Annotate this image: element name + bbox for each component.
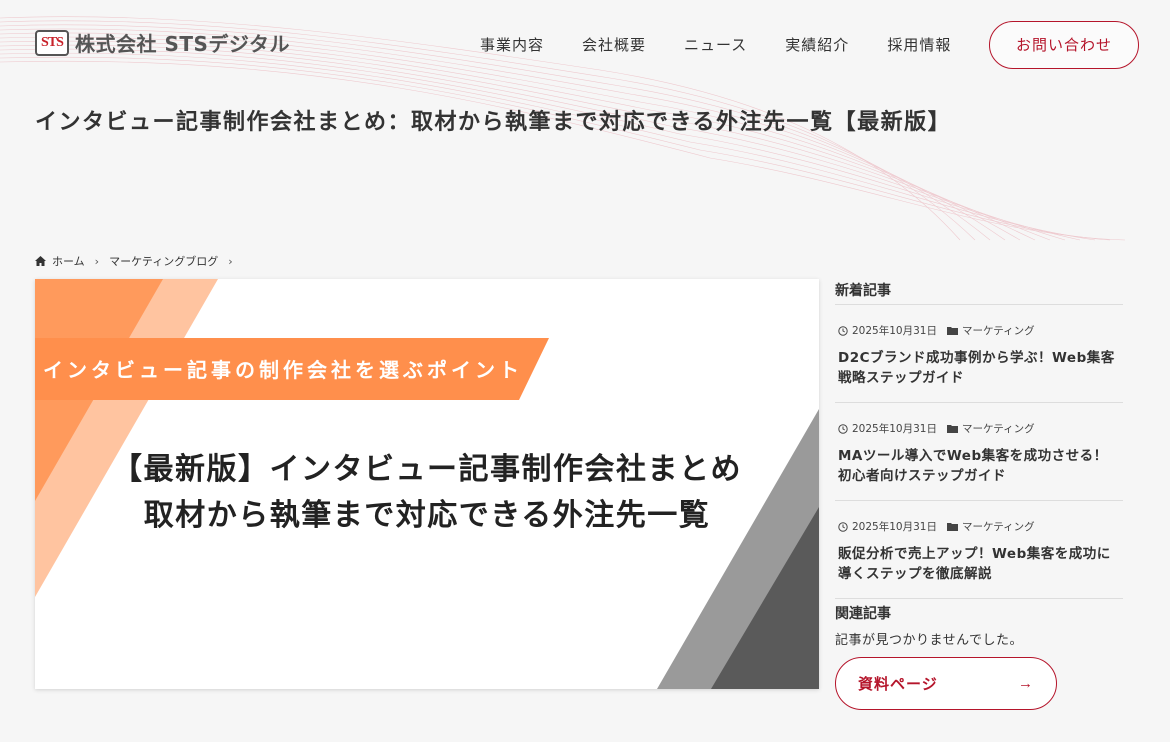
documents-page-button[interactable]: 資料ページ →: [835, 657, 1057, 710]
documents-page-label: 資料ページ: [858, 676, 938, 693]
sts-logo-mark: STS: [35, 29, 69, 56]
article-date: 2025年10月31日: [852, 325, 937, 337]
article-meta: 2025年10月31日 マーケティング: [838, 421, 1120, 436]
folder-icon: [946, 425, 958, 433]
nav-news[interactable]: ニュース: [684, 34, 747, 55]
sidebar: 新着記事 2025年10月31日 マーケティング D2Cブランド成功事例から学ぶ…: [835, 280, 1123, 710]
article-title[interactable]: D2Cブランド成功事例から学ぶ！Web集客戦略ステップガイド: [838, 348, 1120, 388]
nav-works[interactable]: 実績紹介: [785, 34, 849, 55]
breadcrumb-home[interactable]: ホーム: [52, 253, 85, 269]
hero-heading: 【最新版】インタビュー記事制作会社まとめ 取材から執筆まで対応できる外注先一覧: [35, 447, 819, 539]
clock-icon: [838, 423, 848, 434]
breadcrumb-category[interactable]: マーケティングブログ: [109, 253, 218, 269]
hero-heading-line-2: 取材から執筆まで対応できる外注先一覧: [143, 498, 711, 533]
latest-articles-heading: 新着記事: [835, 280, 1123, 305]
hero-heading-line-1: 【最新版】インタビュー記事制作会社まとめ: [112, 452, 742, 487]
clock-icon: [838, 325, 848, 336]
nav-company[interactable]: 会社概要: [582, 34, 646, 55]
home-icon: [35, 256, 46, 266]
article-title[interactable]: MAツール導入でWeb集客を成功させる！初心者向けステップガイド: [838, 446, 1120, 486]
related-articles-heading: 関連記事: [835, 606, 891, 622]
page-title: インタビュー記事制作会社まとめ：取材から執筆まで対応できる外注先一覧【最新版】: [35, 110, 952, 135]
company-name: 株式会社 STSデジタル: [75, 32, 291, 56]
list-item[interactable]: 2025年10月31日 マーケティング D2Cブランド成功事例から学ぶ！Web集…: [835, 305, 1123, 403]
folder-icon: [946, 523, 958, 531]
contact-button[interactable]: お問い合わせ: [989, 21, 1139, 69]
related-empty-message: 記事が見つかりませんでした。: [835, 633, 1023, 648]
arrow-right-icon: →: [1018, 675, 1034, 692]
breadcrumb: ホーム › マーケティングブログ ›: [35, 253, 237, 269]
article-date: 2025年10月31日: [852, 521, 937, 533]
main-nav: 事業内容 会社概要 ニュース 実績紹介 採用情報: [480, 34, 951, 55]
article-category[interactable]: マーケティング: [962, 323, 1035, 338]
article-title[interactable]: 販促分析で売上アップ！Web集客を成功に導くステップを徹底解説: [838, 544, 1120, 584]
hero-banner-text: インタビュー記事の制作会社を選ぶポイント: [43, 358, 523, 382]
chevron-right-icon: ›: [94, 254, 100, 268]
chevron-right-icon: ›: [228, 254, 233, 268]
article-category[interactable]: マーケティング: [962, 421, 1035, 436]
clock-icon: [838, 521, 848, 532]
article-category[interactable]: マーケティング: [962, 519, 1035, 534]
article-meta: 2025年10月31日 マーケティング: [838, 519, 1120, 534]
nav-services[interactable]: 事業内容: [480, 34, 544, 55]
list-item[interactable]: 2025年10月31日 マーケティング MAツール導入でWeb集客を成功させる！…: [835, 403, 1123, 501]
article-date: 2025年10月31日: [852, 423, 937, 435]
site-header: STS 株式会社 STSデジタル 事業内容 会社概要 ニュース 実績紹介 採用情…: [0, 0, 1170, 90]
list-item[interactable]: 2025年10月31日 マーケティング 販促分析で売上アップ！Web集客を成功に…: [835, 501, 1123, 599]
article-meta: 2025年10月31日 マーケティング: [838, 323, 1120, 338]
folder-icon: [946, 327, 958, 335]
site-logo[interactable]: STS 株式会社 STSデジタル: [35, 28, 290, 57]
hero-image: インタビュー記事の制作会社を選ぶポイント 【最新版】インタビュー記事制作会社まと…: [35, 279, 819, 689]
nav-recruit[interactable]: 採用情報: [887, 34, 951, 55]
